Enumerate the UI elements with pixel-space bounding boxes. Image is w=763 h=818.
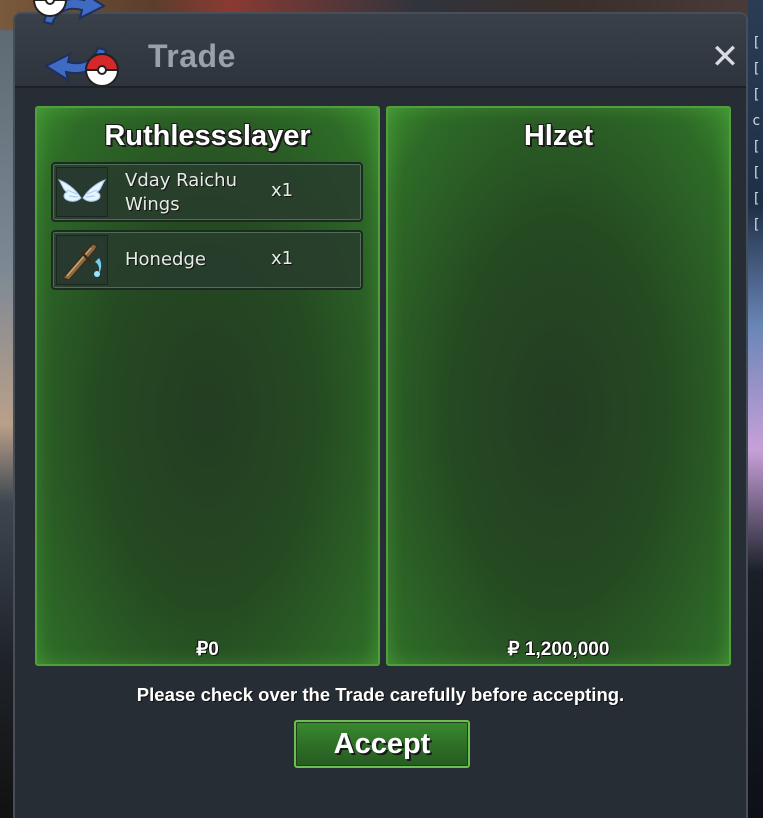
chat-fragment: c bbox=[752, 113, 761, 129]
item-name: Vday Raichu Wings bbox=[125, 170, 237, 215]
money-offer-right: ₽ 1,200,000 bbox=[507, 639, 610, 660]
trade-window: Trade ✕ Ruthlessslayer Vday Raichu Wings… bbox=[13, 12, 748, 818]
trade-item[interactable]: Honedge x1 bbox=[51, 230, 363, 290]
item-quantity: x1 bbox=[271, 180, 294, 201]
wings-icon bbox=[56, 167, 108, 217]
trade-logo-icon bbox=[14, 0, 136, 88]
player-name-right: Hlzet bbox=[523, 120, 594, 152]
my-offer-panel: Ruthlessslayer Vday Raichu Wings x1 Hone… bbox=[35, 106, 380, 666]
money-offer-left: ₽0 bbox=[196, 639, 219, 660]
partner-offer-panel: Hlzet ₽ 1,200,000 bbox=[386, 106, 731, 666]
trade-notice: Please check over the Trade carefully be… bbox=[136, 684, 625, 705]
chat-fragment: [ bbox=[752, 87, 761, 103]
chat-fragment: [ bbox=[752, 139, 761, 155]
close-icon[interactable]: ✕ bbox=[708, 40, 742, 76]
item-name: Honedge bbox=[125, 249, 206, 270]
chat-fragment: [ bbox=[752, 35, 761, 51]
chat-fragment: [ bbox=[752, 191, 761, 207]
accept-button[interactable]: Accept bbox=[294, 720, 470, 768]
window-title: Trade bbox=[148, 38, 236, 74]
sword-icon bbox=[56, 235, 108, 285]
chat-fragment: [ bbox=[752, 217, 761, 233]
chat-fragment: [ bbox=[752, 61, 761, 77]
player-name-left: Ruthlessslayer bbox=[104, 120, 311, 152]
trade-item[interactable]: Vday Raichu Wings x1 bbox=[51, 162, 363, 222]
item-quantity: x1 bbox=[271, 248, 294, 269]
chat-fragment: [ bbox=[752, 165, 761, 181]
